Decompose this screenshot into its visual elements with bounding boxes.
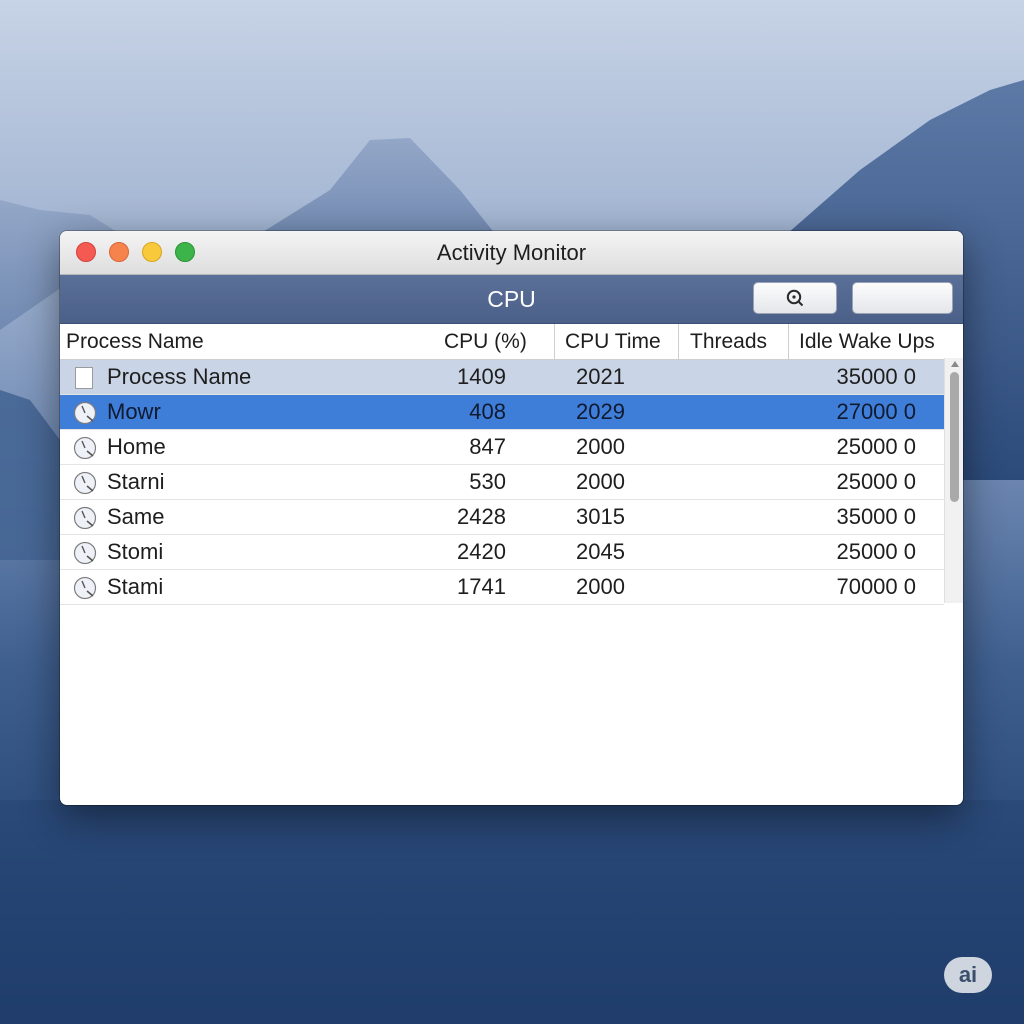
cpu-time: 2045 (576, 539, 625, 564)
toolbar: CPU (60, 275, 963, 324)
process-name: Stomi (107, 539, 164, 564)
column-header-cpu-time[interactable]: CPU Time (554, 324, 678, 359)
cpu-time: 2021 (576, 364, 625, 389)
cpu-percent: 530 (469, 469, 506, 494)
process-gauge-icon (73, 401, 97, 425)
process-gauge-icon (73, 576, 97, 600)
table-row[interactable]: Home 847 2000 25000 0 (60, 430, 944, 465)
process-name: Stami (107, 574, 164, 599)
activity-monitor-window: Activity Monitor CPU Process Name CPU (%… (60, 231, 963, 805)
cpu-percent: 408 (469, 399, 506, 424)
column-header-threads[interactable]: Threads (678, 324, 788, 359)
process-name: Home (107, 434, 166, 459)
process-gauge-icon (73, 471, 97, 495)
toolbar-blank-button[interactable] (852, 282, 953, 314)
window-title: Activity Monitor (436, 240, 587, 265)
table-row[interactable]: Starni 530 2000 25000 0 (60, 465, 944, 500)
cpu-percent: 1741 (457, 574, 506, 599)
title-bar[interactable]: Activity Monitor (60, 231, 963, 275)
idle-wake-ups: 27000 0 (836, 399, 916, 424)
process-gauge-icon (73, 436, 97, 460)
process-gauge-icon (73, 541, 97, 565)
column-header-cpu-percent[interactable]: CPU (%) (444, 324, 527, 359)
idle-wake-ups: 35000 0 (836, 364, 916, 389)
scrollbar-thumb[interactable] (950, 372, 959, 502)
process-name: Mowr (107, 399, 161, 424)
idle-wake-ups: 35000 0 (836, 504, 916, 529)
table-row[interactable]: Process Name 1409 2021 35000 0 (60, 360, 944, 395)
idle-wake-ups: 25000 0 (836, 434, 916, 459)
table-row[interactable]: Mowr 408 2029 27000 0 (60, 395, 944, 430)
cpu-time: 2000 (576, 574, 625, 599)
process-name: Starni (107, 469, 165, 494)
table-header: Process Name CPU (%) CPU Time Threads Id… (60, 324, 963, 360)
cpu-time: 2000 (576, 434, 625, 459)
cpu-percent: 1409 (457, 364, 506, 389)
search-icon (786, 289, 804, 307)
idle-wake-ups: 70000 0 (836, 574, 916, 599)
process-name: Same (107, 504, 165, 529)
column-header-idle-wake-ups[interactable]: Idle Wake Ups (788, 324, 963, 359)
cpu-time: 3015 (576, 504, 625, 529)
idle-wake-ups: 25000 0 (836, 469, 916, 494)
desktop: Activity Monitor CPU Process Name CPU (%… (0, 0, 1024, 1024)
process-gauge-icon (73, 506, 97, 530)
process-name: Process Name (107, 364, 252, 389)
cpu-time: 2000 (576, 469, 625, 494)
document-icon (75, 367, 93, 389)
idle-wake-ups: 25000 0 (836, 539, 916, 564)
search-button[interactable] (753, 282, 837, 314)
vertical-scrollbar[interactable] (944, 358, 963, 603)
column-header-process-name[interactable]: Process Name (66, 324, 204, 359)
process-list: Process Name 1409 2021 35000 0 Mowr 408 … (60, 360, 963, 605)
cpu-percent: 847 (469, 434, 506, 459)
scroll-up-arrow-icon[interactable] (951, 361, 959, 367)
table-row[interactable]: Stomi 2420 2045 25000 0 (60, 535, 944, 570)
table-row[interactable]: Same 2428 3015 35000 0 (60, 500, 944, 535)
table-row[interactable]: Stami 1741 2000 70000 0 (60, 570, 944, 605)
cpu-percent: 2428 (457, 504, 506, 529)
cpu-time: 2029 (576, 399, 625, 424)
ai-badge: ai (944, 957, 992, 993)
cpu-percent: 2420 (457, 539, 506, 564)
